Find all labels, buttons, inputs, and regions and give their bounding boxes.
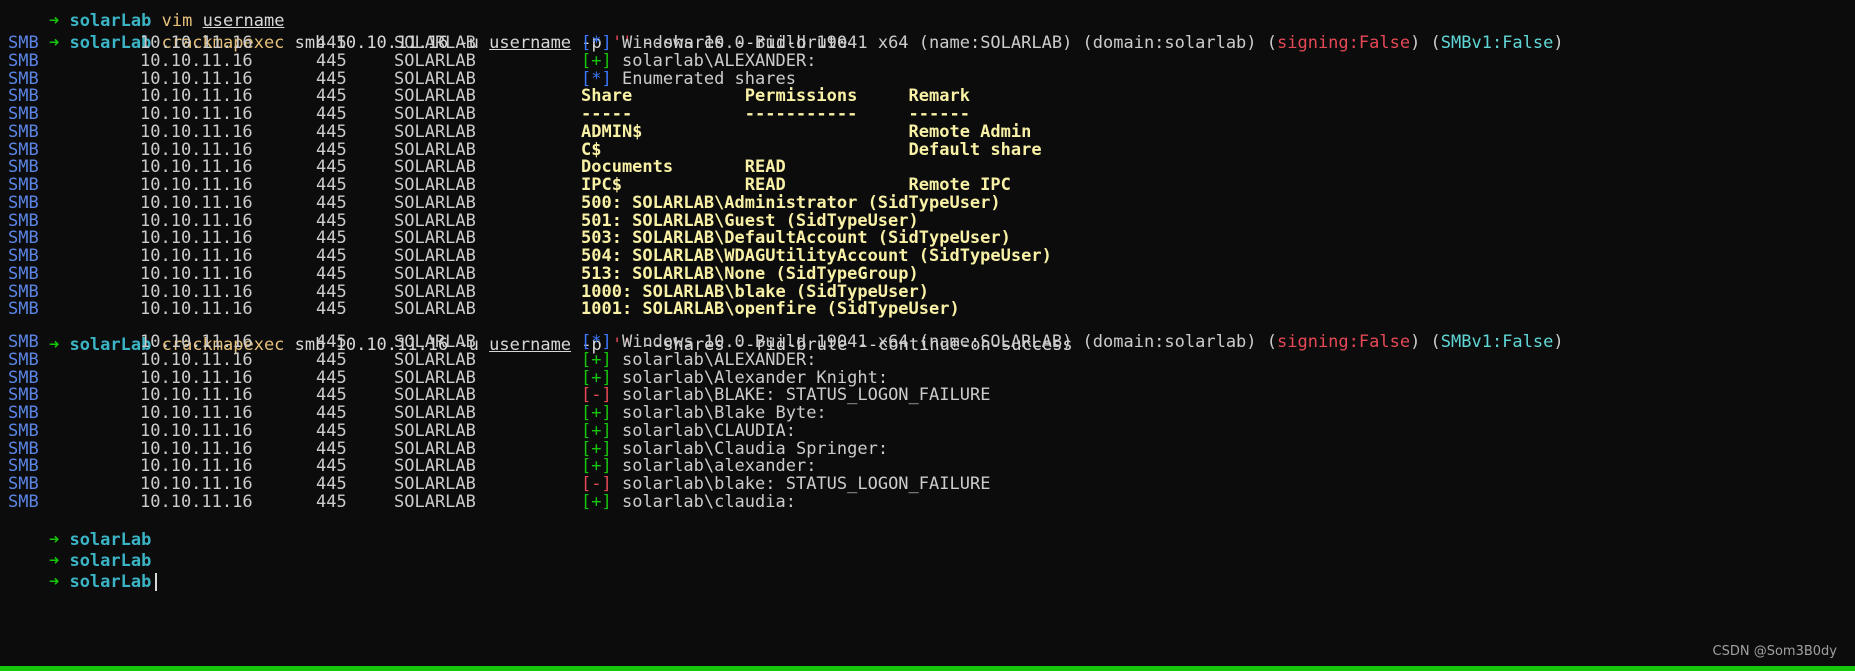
smb-output-row: SMB 10.10.11.16 445 SOLARLAB [+] solarlab\cl… [8,492,1848,513]
message-text: Documents READ [581,157,786,177]
message-text: ADMIN$ Remote Admin [581,122,1032,142]
banner-part: SMBv1:False [1440,332,1554,352]
message-text: 513: SOLARLAB\None (SidTypeGroup) [581,264,919,284]
banner-part: ) [1553,332,1564,352]
status-tag: [*] [581,33,612,53]
banner-part: Windows 10.0 Build 19041 x64 (name:SOLAR… [621,332,1277,352]
status-tag: [+] [581,456,612,476]
target-port: 445 [316,492,347,512]
message-text: ----- ----------- ------ [581,104,970,124]
message-text: solarlab\blake: STATUS_LOGON_FAILURE [621,474,991,494]
status-bar [0,666,1855,671]
banner-part: SMBv1:False [1440,33,1554,53]
status-tag: [-] [581,385,612,405]
message-text: Share Permissions Remark [581,86,970,106]
message-text: 504: SOLARLAB\WDAGUtilityAccount (SidTyp… [581,246,1052,266]
message-text: solarlab\ALEXANDER: [621,51,817,71]
status-tag: [+] [581,403,612,423]
prompt-arrow-icon: ➜ [48,572,60,592]
text-cursor [155,573,158,591]
message-text: solarlab\ALEXANDER: [621,350,817,370]
banner-part: signing:False [1277,332,1411,352]
prompt-line: ➜ solarLab [8,509,151,550]
message-text: 503: SOLARLAB\DefaultAccount (SidTypeUse… [581,228,1011,248]
message-text: IPC$ READ Remote IPC [581,175,1011,195]
banner-part: ) ( [1410,33,1441,53]
banner-part: signing:False [1277,33,1411,53]
status-tag: [*] [581,332,612,352]
prompt-line: ➜ solarLab [8,530,151,571]
message-text: solarlab\claudia: [621,492,796,512]
smb-message: [+] solarlab\claudia: [581,492,796,513]
prompt-host: solarLab [69,572,152,592]
status-tag: [+] [581,350,612,370]
message-text: solarlab\CLAUDIA: [621,421,796,441]
terminal-window[interactable]: ➜ solarLab vim username ➜ solarLab crack… [0,0,1855,671]
status-tag: [-] [581,474,612,494]
prompt-line: ➜ solarLab vim username [8,0,285,31]
target-ip: 10.10.11.16 [140,492,253,512]
active-prompt-line[interactable]: ➜ solarLab [8,551,158,592]
banner-part: Windows 10.0 Build 19041 x64 (name:SOLAR… [621,33,1277,53]
status-tag: [+] [581,492,612,512]
message-text: solarlab\alexander: [621,456,817,476]
message-text: solarlab\Blake Byte: [621,403,827,423]
status-tag: [+] [581,421,612,441]
status-tag: [+] [581,51,612,71]
message-text: 500: SOLARLAB\Administrator (SidTypeUser… [581,193,1001,213]
watermark: CSDN @Som3B0dy [1712,644,1837,659]
message-text: solarlab\BLAKE: STATUS_LOGON_FAILURE [621,385,991,405]
banner-part: ) ( [1410,332,1441,352]
command-line-1: ➜ solarLab crackmapexec smb 10.10.11.16 … [8,12,848,53]
banner-part: ) [1553,33,1564,53]
target-name: SOLARLAB [394,492,476,512]
